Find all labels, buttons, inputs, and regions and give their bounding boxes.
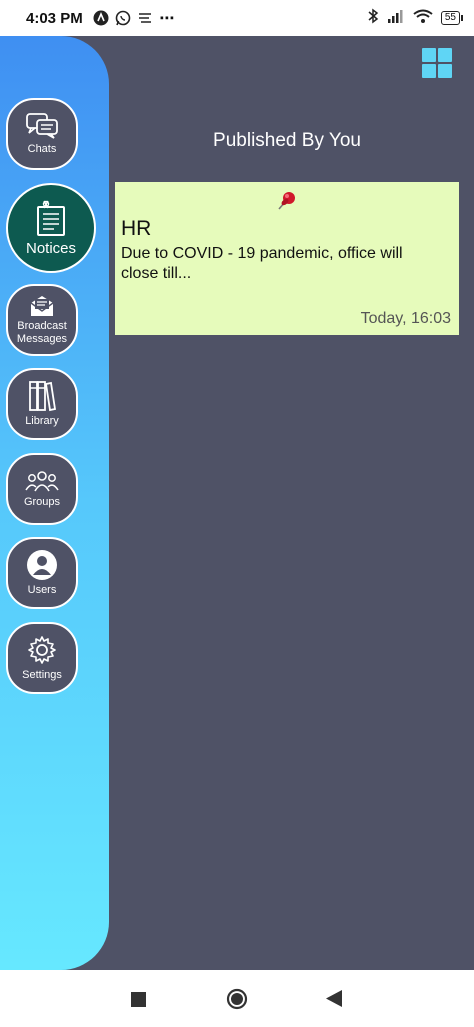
back-icon[interactable] — [326, 990, 342, 1012]
grid-view-button[interactable] — [422, 48, 452, 78]
home-icon[interactable] — [226, 988, 248, 1015]
status-time: 4:03 PM — [26, 9, 83, 27]
sidebar-item-users[interactable]: Users — [6, 537, 78, 609]
bluetooth-icon — [367, 8, 379, 28]
grid-icon-cell — [422, 64, 436, 78]
sidebar-item-settings[interactable]: Settings — [6, 622, 78, 694]
sidebar-item-label: Broadcast Messages — [16, 319, 68, 345]
sidebar-item-label: Settings — [22, 669, 62, 681]
sidebar-item-label: Users — [27, 584, 57, 596]
grid-icon-cell — [438, 64, 452, 78]
notice-icon — [37, 200, 65, 236]
status-bar: 4:03 PM ⋯ 55 — [0, 0, 474, 36]
sidebar-item-label: Chats — [27, 143, 57, 155]
groups-icon — [25, 471, 59, 492]
auto-icon — [93, 10, 109, 26]
sidebar-item-label: Groups — [23, 496, 61, 508]
notification-icon — [137, 10, 153, 26]
grid-icon-cell — [438, 48, 452, 62]
notice-time: Today, 16:03 — [360, 310, 451, 327]
grid-icon-cell — [422, 48, 436, 62]
app-screen: Chats Notices Broadcast Messages Library… — [0, 36, 474, 970]
gear-icon — [28, 636, 56, 664]
library-icon — [29, 381, 57, 412]
system-nav-bar — [0, 970, 474, 1027]
more-icon: ⋯ — [159, 10, 175, 27]
notice-body: Due to COVID - 19 pandemic, office will … — [121, 245, 403, 282]
sidebar-item-label: Library — [25, 415, 59, 427]
wifi-icon — [413, 9, 433, 27]
sidebar-item-notices[interactable]: Notices — [6, 183, 96, 273]
chat-icon — [26, 113, 58, 139]
page-title: Published By You — [213, 130, 361, 151]
broadcast-icon — [30, 295, 54, 316]
notice-title: HR — [121, 217, 152, 240]
sidebar-item-library[interactable]: Library — [6, 368, 78, 440]
user-icon — [27, 550, 57, 580]
sidebar: Chats Notices Broadcast Messages Library… — [0, 36, 109, 970]
sidebar-item-chats[interactable]: Chats — [6, 98, 78, 170]
sidebar-item-broadcast-messages[interactable]: Broadcast Messages — [6, 284, 78, 356]
recent-apps-icon[interactable] — [131, 992, 146, 1012]
battery-icon: 55 — [440, 11, 464, 25]
notice-card[interactable]: HR Due to COVID - 19 pandemic, office wi… — [115, 182, 459, 335]
signal-icon — [387, 9, 405, 27]
whatsapp-icon — [115, 10, 131, 26]
sidebar-item-groups[interactable]: Groups — [6, 453, 78, 525]
sidebar-item-label: Notices — [25, 240, 77, 257]
pin-icon — [276, 190, 298, 217]
